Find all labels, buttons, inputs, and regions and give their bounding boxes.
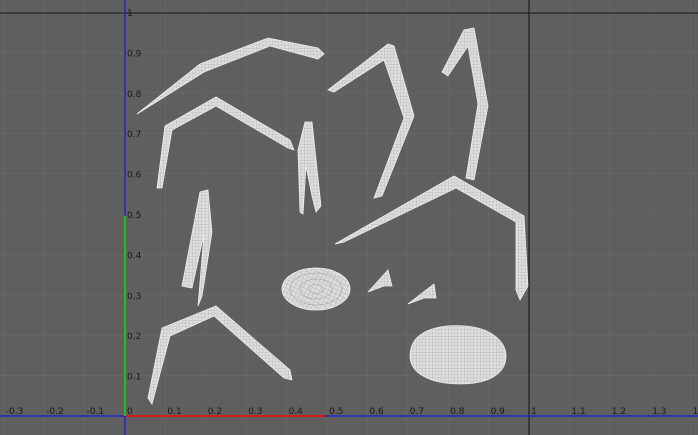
y-tick-label: 0.9: [127, 49, 142, 59]
x-tick-label: 0.9: [491, 407, 506, 417]
x-tick-label: 1.4: [693, 407, 698, 417]
y-tick-label: 0.5: [127, 211, 141, 221]
grid: [0, 0, 698, 435]
leg-shell-top-right-a[interactable]: [327, 43, 415, 199]
uv-canvas[interactable]: -0.3 -0.2 -0.1 0 0.1 0.2 0.3 0.4 0.5 0.6 0.7 0.8 0.9…: [0, 0, 698, 435]
x-tick-label: 0: [127, 407, 133, 417]
x-tick-label: 1: [531, 407, 537, 417]
y-tick-label: 0.4: [127, 251, 142, 261]
leg-shell-bottom-left[interactable]: [147, 305, 293, 405]
x-tick-label: 0.3: [248, 407, 262, 417]
fang-shell-a[interactable]: [367, 269, 393, 293]
fang-shell-b[interactable]: [407, 283, 437, 305]
x-tick-label: 0.8: [450, 407, 465, 417]
leg-shell-center-thin[interactable]: [297, 121, 322, 215]
x-tick-label: 0.4: [289, 407, 304, 417]
y-tick-label: 0.1: [127, 373, 141, 383]
head-shell[interactable]: [281, 267, 351, 311]
x-tick-label: 0.1: [167, 407, 181, 417]
x-tick-label: 0.5: [329, 407, 343, 417]
y-tick-label: 0.2: [127, 332, 141, 342]
leg-shell-large-right[interactable]: [334, 175, 529, 301]
x-tick-label: -0.3: [6, 407, 24, 417]
leg-shell-small-left[interactable]: [181, 189, 213, 307]
y-tick-label: 0.6: [127, 171, 142, 181]
x-tick-label: 0.6: [369, 407, 384, 417]
x-tick-label: -0.2: [46, 407, 64, 417]
x-tick-label: 0.2: [208, 407, 222, 417]
y-tick-label: 0.7: [127, 130, 141, 140]
leg-shell-mid-left[interactable]: [156, 96, 295, 189]
x-tick-label: 1.1: [571, 407, 585, 417]
y-tick-labels: 0.1 0.2 0.3 0.4 0.5 0.6 0.7 0.8 0.9 1: [127, 9, 142, 383]
uv-editor-viewport[interactable]: -0.3 -0.2 -0.1 0 0.1 0.2 0.3 0.4 0.5 0.6 0.7 0.8 0.9…: [0, 0, 698, 435]
y-tick-label: 0.8: [127, 90, 142, 100]
uv-shells[interactable]: [136, 27, 529, 405]
x-tick-label: 0.7: [410, 407, 424, 417]
x-tick-label: 1.2: [612, 407, 626, 417]
leg-shell-top-right-b[interactable]: [441, 27, 489, 181]
body-shell[interactable]: [409, 325, 507, 385]
x-tick-label: -0.1: [87, 407, 105, 417]
y-tick-label: 1: [127, 9, 133, 19]
x-tick-label: 1.3: [652, 407, 666, 417]
y-tick-label: 0.3: [127, 292, 141, 302]
